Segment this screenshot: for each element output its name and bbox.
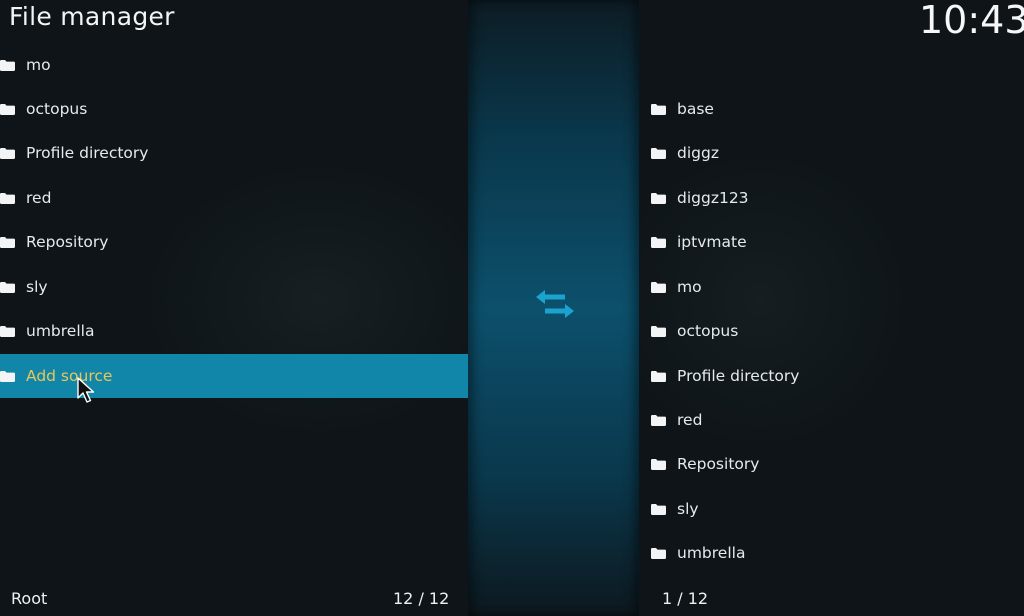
list-item-label: iptvmate — [677, 233, 747, 251]
mouse-pointer-icon — [77, 377, 95, 403]
list-item[interactable]: mo — [0, 43, 468, 87]
list-item[interactable]: mo — [639, 265, 1024, 309]
current-path: Root — [11, 589, 48, 608]
list-item-label: octopus — [26, 100, 88, 118]
list-item[interactable]: umbrella — [0, 309, 468, 353]
list-item[interactable]: sly — [0, 265, 468, 309]
list-item[interactable]: octopus — [0, 87, 468, 131]
folder-icon — [651, 147, 666, 159]
swap-arrows-icon[interactable] — [533, 286, 577, 322]
list-item[interactable]: umbrella — [639, 531, 1024, 575]
folder-icon — [0, 103, 15, 115]
list-item[interactable]: Profile directory — [0, 131, 468, 175]
folder-icon — [651, 547, 666, 559]
list-item-label: diggz123 — [677, 189, 749, 207]
folder-icon — [0, 59, 15, 71]
folder-icon — [0, 325, 15, 337]
folder-icon — [0, 236, 15, 248]
list-item[interactable]: Repository — [0, 220, 468, 264]
folder-icon — [651, 458, 666, 470]
left-file-pane: mo octopus Profile directory red Reposit… — [0, 0, 468, 616]
list-item-label: base — [677, 100, 714, 118]
list-item-label: red — [26, 189, 52, 207]
list-item-label: Repository — [677, 455, 760, 473]
list-item[interactable]: Repository — [639, 442, 1024, 486]
folder-icon — [651, 103, 666, 115]
list-item-label: umbrella — [677, 544, 746, 562]
list-item[interactable]: octopus — [639, 309, 1024, 353]
list-item-label: sly — [26, 278, 48, 296]
list-item[interactable]: diggz — [639, 131, 1024, 175]
list-item[interactable]: Profile directory — [639, 354, 1024, 398]
list-item[interactable]: diggz123 — [639, 176, 1024, 220]
folder-icon — [0, 370, 15, 382]
list-item-label: mo — [677, 278, 702, 296]
folder-icon — [651, 281, 666, 293]
folder-icon — [0, 147, 15, 159]
list-item-label: red — [677, 411, 703, 429]
list-item[interactable]: iptvmate — [639, 220, 1024, 264]
right-file-pane: base diggz diggz123 iptvmate mo octopus … — [639, 0, 1024, 616]
list-item[interactable]: base — [639, 87, 1024, 131]
folder-icon — [0, 192, 15, 204]
folder-icon — [651, 370, 666, 382]
list-item-label: octopus — [677, 322, 739, 340]
list-item-label: Add source — [26, 367, 113, 385]
list-item-label: Profile directory — [677, 367, 800, 385]
item-count: 1 / 12 — [662, 589, 709, 608]
folder-icon — [651, 503, 666, 515]
add-source-item[interactable]: Add source — [0, 354, 468, 398]
item-count: 12 / 12 — [393, 589, 450, 608]
list-item[interactable]: red — [0, 176, 468, 220]
folder-icon — [651, 414, 666, 426]
list-item-label: sly — [677, 500, 699, 518]
list-item-label: diggz — [677, 144, 719, 162]
list-item[interactable]: red — [639, 398, 1024, 442]
list-item-label: mo — [26, 56, 51, 74]
folder-icon — [651, 236, 666, 248]
list-item-label: Repository — [26, 233, 109, 251]
list-item[interactable]: sly — [639, 487, 1024, 531]
folder-icon — [651, 325, 666, 337]
list-item-label: umbrella — [26, 322, 95, 340]
list-item-label: Profile directory — [26, 144, 149, 162]
folder-icon — [0, 281, 15, 293]
folder-icon — [651, 192, 666, 204]
